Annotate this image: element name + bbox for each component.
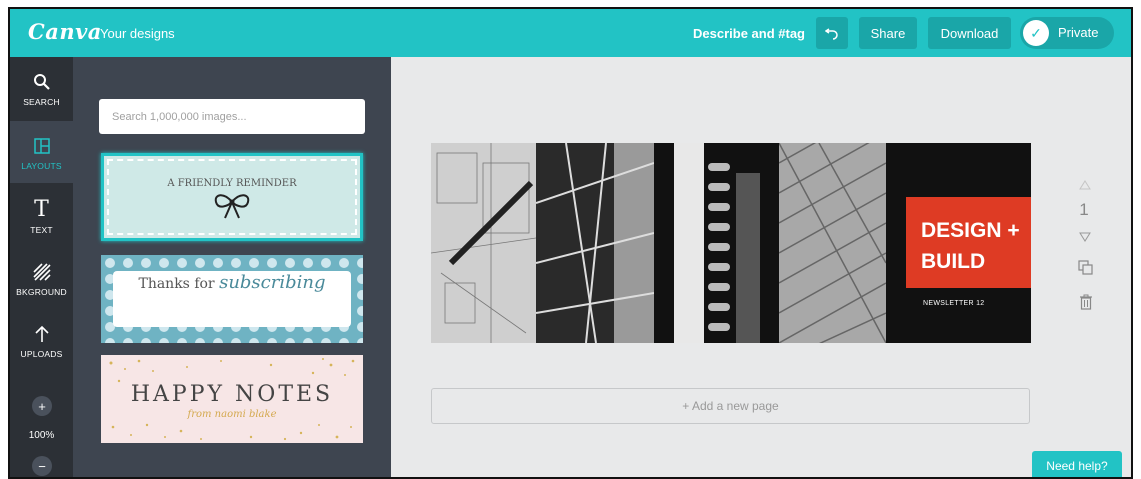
download-button[interactable]: Download: [928, 17, 1011, 49]
rail-item-text[interactable]: T TEXT: [10, 185, 73, 247]
template-friendly-reminder[interactable]: A FRIENDLY REMINDER: [101, 153, 363, 241]
undo-icon: [825, 28, 838, 40]
need-help-button[interactable]: Need help?: [1032, 451, 1122, 477]
plus-icon: +: [38, 398, 46, 414]
rail-label-uploads: UPLOADS: [20, 348, 63, 359]
describe-and-tag-link[interactable]: Describe and #tag: [693, 26, 805, 41]
template-text-a: Thanks for: [138, 276, 215, 292]
template-title: HAPPY NOTES: [130, 382, 334, 407]
template-text-b: subscribing: [219, 272, 326, 293]
rail-item-uploads[interactable]: UPLOADS: [10, 309, 73, 371]
rail-label-background: BKGROUND: [16, 286, 67, 297]
rail-item-background[interactable]: BKGROUND: [10, 247, 73, 309]
canva-logo[interactable]: Canva: [28, 19, 102, 44]
background-icon: [32, 260, 51, 284]
page-number: 1: [1079, 200, 1089, 219]
zoom-in-button[interactable]: +: [32, 396, 52, 416]
check-icon: ✓: [1023, 20, 1049, 46]
add-new-page-button[interactable]: + Add a new page: [431, 388, 1030, 424]
design-page[interactable]: DESIGN + BUILD NEWSLETTER 12: [431, 143, 1031, 343]
top-bar: Canva Your designs Describe and #tag Sha…: [10, 9, 1131, 57]
template-happy-notes[interactable]: HAPPY NOTES from naomi blake: [101, 355, 363, 443]
template-title: A FRIENDLY REMINDER: [167, 178, 297, 189]
rail-label-text: TEXT: [30, 224, 53, 235]
design-title: DESIGN + BUILD: [921, 219, 1020, 273]
delete-page-icon[interactable]: [1079, 294, 1093, 315]
rail-label-layouts: LAYOUTS: [21, 160, 62, 171]
template-message: Thanks for subscribing: [101, 272, 363, 293]
duplicate-page-icon[interactable]: [1078, 260, 1094, 281]
layouts-icon: [33, 134, 50, 158]
your-designs-link[interactable]: Your designs: [100, 26, 175, 41]
zoom-out-button[interactable]: −: [32, 456, 52, 476]
rail-item-search[interactable]: SEARCH: [10, 57, 73, 119]
glass-facade-photo: [536, 143, 654, 343]
bow-icon: [104, 192, 360, 225]
diagonal-building-photo: [779, 143, 886, 343]
zoom-level: 100%: [28, 430, 55, 441]
private-label: Private: [1058, 25, 1099, 40]
minus-icon: −: [38, 458, 46, 474]
undo-button[interactable]: [816, 17, 848, 49]
search-icon: [33, 70, 51, 94]
text-icon: T: [34, 196, 49, 222]
move-up-icon[interactable]: [1079, 177, 1091, 195]
move-down-icon[interactable]: [1079, 229, 1091, 247]
template-subtitle: from naomi blake: [187, 409, 277, 420]
side-rail: SEARCH LAYOUTS T TEXT BKGROUND UPLOADS +…: [10, 57, 73, 477]
private-toggle[interactable]: ✓ Private: [1020, 17, 1114, 49]
upload-icon: [34, 322, 50, 346]
layouts-panel: A FRIENDLY REMINDER Thanks for subscribi…: [73, 57, 391, 477]
template-thanks-subscribing[interactable]: Thanks for subscribing: [101, 255, 363, 343]
image-search-input[interactable]: [99, 99, 365, 134]
rail-item-layouts[interactable]: LAYOUTS: [10, 121, 73, 183]
share-button[interactable]: Share: [859, 17, 917, 49]
newsletter-label[interactable]: NEWSLETTER 12: [923, 300, 984, 307]
canva-window: Canva Your designs Describe and #tag Sha…: [8, 7, 1133, 479]
blueprint-photo: [431, 143, 536, 343]
canvas-area: DESIGN + BUILD NEWSLETTER 12 1 + Add a n…: [391, 57, 1131, 477]
tower-photo: [664, 143, 774, 343]
rail-label-search: SEARCH: [23, 96, 60, 107]
design-title-block[interactable]: DESIGN + BUILD: [906, 197, 1031, 288]
